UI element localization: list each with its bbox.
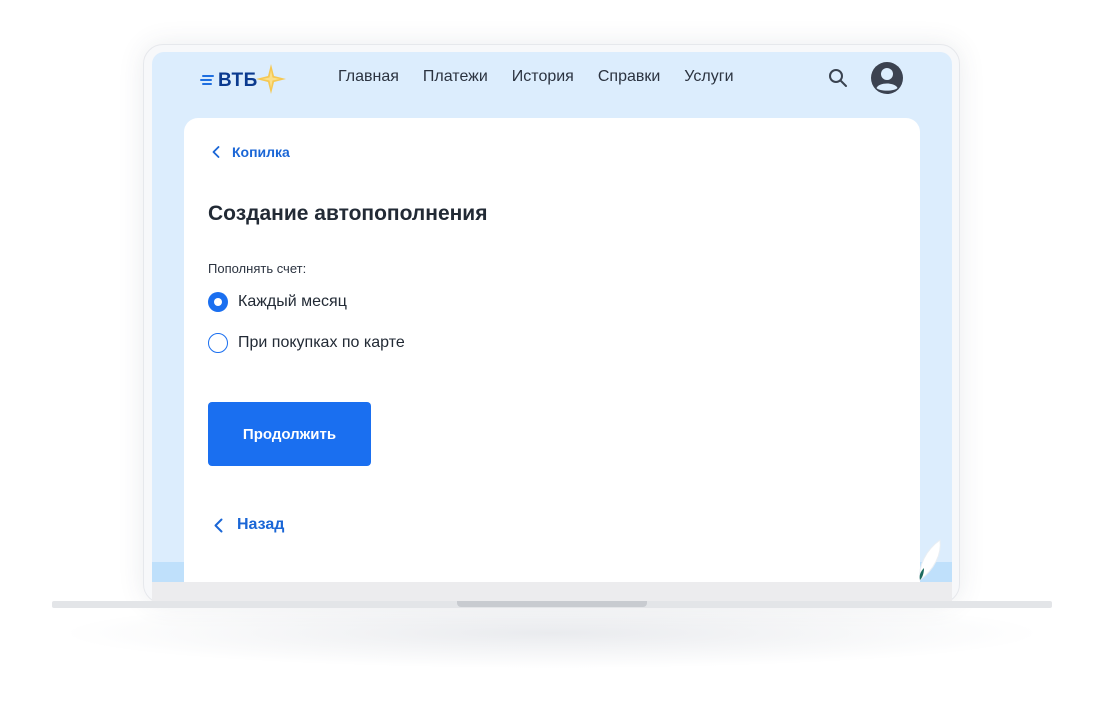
radio-unchecked-icon[interactable] bbox=[208, 333, 228, 353]
radio-option-card-purchases[interactable]: При покупках по карте bbox=[208, 333, 405, 353]
breadcrumb[interactable]: Копилка bbox=[212, 144, 290, 160]
radio-option-monthly[interactable]: Каждый месяц bbox=[208, 292, 347, 312]
main-nav: Главная Платежи История Справки Услуги bbox=[338, 68, 734, 86]
vtb-logo[interactable]: ВТБ bbox=[200, 62, 290, 96]
logo-text: ВТБ bbox=[218, 70, 258, 91]
laptop-base-notch bbox=[457, 601, 647, 607]
search-icon bbox=[829, 69, 847, 87]
leaf-decoration-icon bbox=[919, 539, 941, 581]
top-header: ВТБ Главная Платежи История Справки Услу… bbox=[152, 52, 952, 118]
chevron-left-icon bbox=[212, 146, 220, 158]
user-avatar-icon bbox=[871, 62, 903, 94]
star-icon bbox=[256, 64, 286, 94]
radio-option-label: Каждый месяц bbox=[238, 293, 347, 310]
field-label: Пополнять счет: bbox=[208, 261, 307, 276]
nav-item-main[interactable]: Главная bbox=[338, 68, 399, 86]
back-link[interactable]: Назад bbox=[214, 516, 284, 534]
nav-item-statements[interactable]: Справки bbox=[598, 68, 660, 86]
breadcrumb-label: Копилка bbox=[232, 144, 290, 160]
radio-option-label: При покупках по карте bbox=[238, 334, 405, 351]
radio-checked-icon[interactable] bbox=[208, 292, 228, 312]
search-button[interactable] bbox=[827, 67, 849, 89]
continue-button[interactable]: Продолжить bbox=[208, 402, 371, 466]
content-card: Копилка Создание автопополнения Пополнят… bbox=[184, 118, 920, 582]
avatar-button[interactable] bbox=[870, 61, 904, 95]
chevron-left-icon bbox=[214, 518, 223, 532]
back-label: Назад bbox=[237, 516, 285, 533]
page-title: Создание автопополнения bbox=[208, 202, 488, 225]
laptop-screen: ВТБ Главная Платежи История Справки Услу… bbox=[152, 52, 952, 582]
nav-item-payments[interactable]: Платежи bbox=[423, 68, 488, 86]
stage: ВТБ Главная Платежи История Справки Услу… bbox=[0, 0, 1103, 712]
nav-item-history[interactable]: История bbox=[512, 68, 574, 86]
laptop-chin bbox=[152, 582, 952, 601]
laptop-shadow bbox=[70, 598, 1033, 668]
nav-item-services[interactable]: Услуги bbox=[684, 68, 733, 86]
